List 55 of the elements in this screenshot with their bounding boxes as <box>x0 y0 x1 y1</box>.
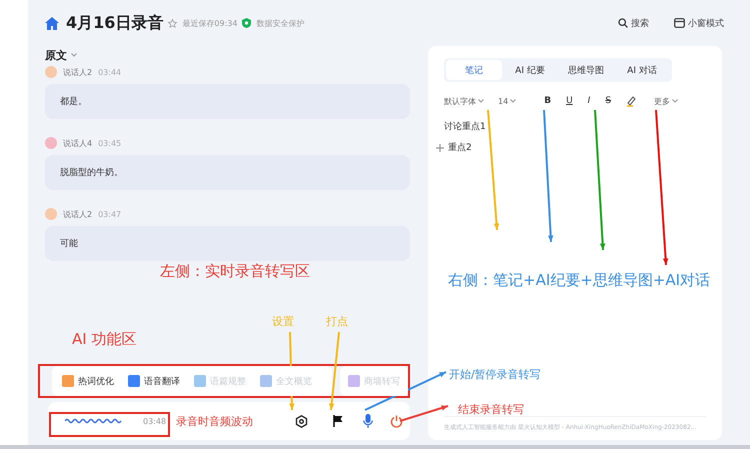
elapsed-time: 03:48 <box>143 416 166 426</box>
chevron-icon[interactable] <box>71 53 77 57</box>
size-dropdown[interactable]: 14 <box>498 96 516 106</box>
power-button[interactable] <box>390 414 404 428</box>
timestamp: 03:47 <box>98 210 122 218</box>
ai-tool-button[interactable]: 热词优化 <box>62 374 114 388</box>
note-line: 重点2 <box>436 141 706 154</box>
annotation-label: AI 功能区 <box>72 330 136 349</box>
transcript-bubble: 脱脂型的牛奶。 <box>45 155 410 190</box>
annotation-label: 设置 <box>272 314 294 329</box>
chevron-icon[interactable] <box>510 99 516 103</box>
transcript-bubble: 可能 <box>45 226 410 261</box>
annotation-label: 打点 <box>326 314 348 329</box>
chevron-icon[interactable] <box>478 99 484 103</box>
search-button[interactable]: 搜索 <box>618 16 649 30</box>
font-dropdown[interactable]: 默认字体 <box>444 96 484 106</box>
more-dropdown[interactable]: 更多 <box>654 96 678 106</box>
transcript-heading[interactable]: 原文 <box>45 48 67 62</box>
shield-icon <box>242 18 252 28</box>
transcript-bubble: 都是。 <box>45 84 410 119</box>
highlighter-icon[interactable] <box>626 96 636 106</box>
bold-button[interactable]: B <box>544 96 552 106</box>
speaker-name: 说话人4 <box>63 138 92 148</box>
speaker-name: 说话人2 <box>63 66 92 78</box>
settings-button[interactable] <box>295 414 308 428</box>
speaker-name: 说话人2 <box>63 208 92 220</box>
flag-button[interactable] <box>333 415 344 427</box>
ai-tool-button[interactable]: 语音翻译 <box>128 374 180 388</box>
strikethrough-button[interactable]: S <box>605 96 612 106</box>
tab[interactable]: 笔记 <box>446 60 502 80</box>
mini-window-button[interactable]: 小窗模式 <box>674 16 724 30</box>
timestamp: 03:44 <box>98 68 122 76</box>
tab[interactable]: AI 对话 <box>614 60 670 80</box>
note-line: 讨论重点1 <box>444 120 487 133</box>
annotation-label: 左侧：实时录音转写区 <box>160 262 310 281</box>
timestamp: 03:45 <box>98 138 122 148</box>
microphone-button[interactable] <box>363 414 374 428</box>
security-label: 数据安全保护 <box>256 18 304 28</box>
window-icon[interactable] <box>674 18 685 28</box>
annotation-label: 开始/暂停录音转写 <box>449 367 541 382</box>
plus-icon[interactable] <box>436 144 444 152</box>
underline-button[interactable]: U <box>566 96 573 106</box>
last-saved-text: 最近保存09:34 <box>182 18 238 28</box>
tab[interactable]: AI 纪要 <box>502 60 558 80</box>
home-icon[interactable] <box>45 16 59 30</box>
star-icon[interactable] <box>168 18 178 28</box>
waveform-drawing <box>65 417 123 425</box>
search-icon[interactable] <box>618 18 628 28</box>
annotation-label: 结束录音转写 <box>458 402 524 417</box>
annotation-label: 录音时音频波动 <box>176 414 253 429</box>
annotation-label: 右侧：笔记+AI纪要+思维导图+AI对话 <box>448 271 710 290</box>
italic-button[interactable]: I <box>588 96 590 106</box>
tab[interactable]: 思维导图 <box>558 60 614 80</box>
chevron-icon[interactable] <box>672 99 678 103</box>
recording-title: 4月16日录音 <box>66 12 164 34</box>
